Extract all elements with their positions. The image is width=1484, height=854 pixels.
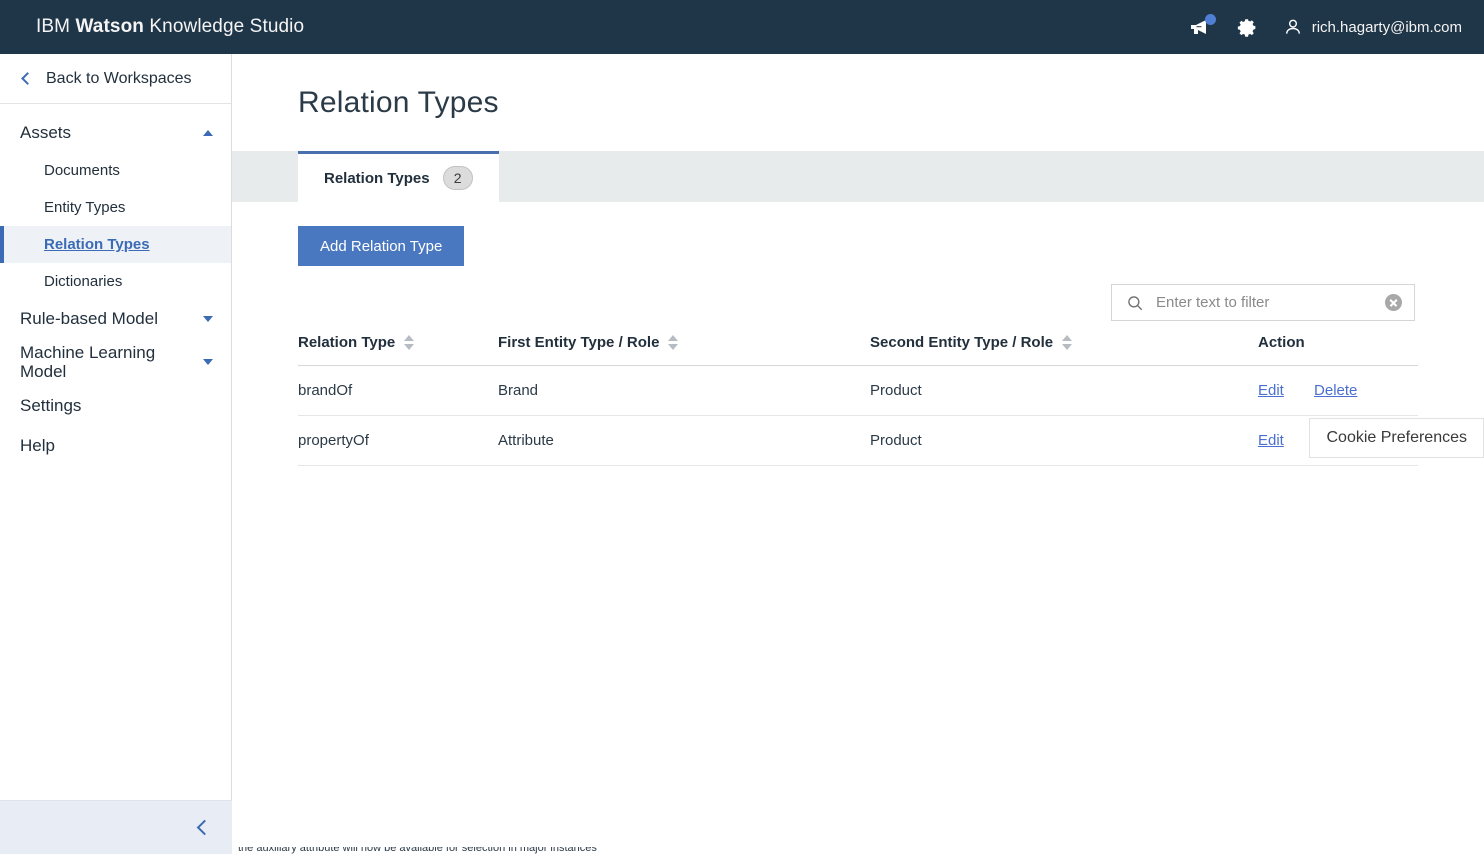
sidebar-group-machine-learning-model[interactable]: Machine Learning Model bbox=[0, 338, 231, 386]
announcement-button[interactable] bbox=[1179, 0, 1225, 54]
column-header-relation-type-label: Relation Type bbox=[298, 334, 396, 351]
tab-relation-types[interactable]: Relation Types 2 bbox=[298, 151, 499, 202]
sidebar-item-relation-types[interactable]: Relation Types bbox=[0, 226, 231, 263]
chevron-up-icon bbox=[203, 130, 213, 136]
app-root: IBM Watson Knowledge Studio rich.hagarty… bbox=[0, 0, 1484, 854]
column-header-second-entity[interactable]: Second Entity Type / Role bbox=[870, 326, 1258, 366]
search-icon bbox=[1128, 295, 1143, 310]
sidebar-group-machine-learning-model-label: Machine Learning Model bbox=[20, 343, 156, 381]
sidebar-group-rule-based-model-label: Rule-based Model bbox=[20, 309, 158, 328]
top-navigation-bar: IBM Watson Knowledge Studio rich.hagarty… bbox=[0, 0, 1484, 54]
user-email-label: rich.hagarty@ibm.com bbox=[1311, 18, 1462, 36]
table-header-row: Relation Type First Entity Type / Role S… bbox=[298, 326, 1418, 366]
sidebar-item-documents[interactable]: Documents bbox=[0, 152, 231, 189]
page-title: Relation Types bbox=[298, 86, 499, 119]
gear-icon bbox=[1238, 18, 1256, 37]
back-to-workspaces-link[interactable]: Back to Workspaces bbox=[0, 54, 231, 104]
chevron-left-icon bbox=[21, 72, 34, 85]
cell-relation-type: propertyOf bbox=[298, 415, 498, 466]
clear-filter-icon[interactable] bbox=[1385, 294, 1402, 311]
main-content: Relation Types Relation Types 2 Add Rela… bbox=[232, 54, 1484, 854]
column-header-first-entity[interactable]: First Entity Type / Role bbox=[498, 326, 870, 366]
notification-dot bbox=[1204, 14, 1216, 25]
sidebar-item-help-label: Help bbox=[20, 436, 55, 455]
brand-bold: Watson bbox=[75, 16, 144, 37]
sidebar-item-documents-label: Documents bbox=[44, 162, 120, 179]
sort-toggle-relation-type[interactable] bbox=[404, 335, 415, 350]
user-avatar-icon bbox=[1285, 19, 1300, 34]
sidebar-item-settings[interactable]: Settings bbox=[0, 386, 231, 426]
settings-button[interactable] bbox=[1225, 0, 1271, 54]
table-body: brandOf Brand Product Edit Delete proper… bbox=[298, 365, 1418, 466]
user-account-menu[interactable]: rich.hagarty@ibm.com bbox=[1271, 17, 1462, 37]
filter-box[interactable] bbox=[1111, 284, 1415, 321]
chevron-left-icon bbox=[196, 819, 213, 836]
clipped-footer-text: the auxiliary attribute will now be avai… bbox=[232, 847, 1484, 854]
column-header-first-entity-label: First Entity Type / Role bbox=[498, 334, 660, 351]
sidebar-group-assets-label: Assets bbox=[20, 123, 72, 142]
sidebar: Back to Workspaces Assets Documents Enti… bbox=[0, 54, 232, 854]
sort-toggle-first-entity[interactable] bbox=[668, 335, 679, 350]
sidebar-group-assets[interactable]: Assets bbox=[0, 114, 231, 152]
table-head: Relation Type First Entity Type / Role S… bbox=[298, 326, 1418, 366]
sidebar-item-dictionaries[interactable]: Dictionaries bbox=[0, 263, 231, 300]
sort-toggle-second-entity[interactable] bbox=[1062, 335, 1073, 350]
cell-first-entity: Brand bbox=[498, 365, 870, 416]
brand-prefix: IBM bbox=[36, 16, 71, 37]
table-row: propertyOf Attribute Product Edit Delete bbox=[298, 415, 1418, 466]
edit-link[interactable]: Edit bbox=[1258, 382, 1284, 399]
edit-link[interactable]: Edit bbox=[1258, 432, 1284, 449]
cell-second-entity: Product bbox=[870, 415, 1258, 466]
tab-relation-types-label: Relation Types bbox=[324, 169, 430, 187]
cell-relation-type: brandOf bbox=[298, 365, 498, 416]
sidebar-item-relation-types-label: Relation Types bbox=[44, 236, 150, 253]
filter-input[interactable] bbox=[1156, 294, 1385, 311]
sidebar-item-entity-types[interactable]: Entity Types bbox=[0, 189, 231, 226]
column-header-second-entity-label: Second Entity Type / Role bbox=[870, 334, 1054, 351]
cell-second-entity: Product bbox=[870, 365, 1258, 416]
cell-first-entity: Attribute bbox=[498, 415, 870, 466]
chevron-down-icon bbox=[203, 316, 213, 322]
delete-link[interactable]: Delete bbox=[1314, 382, 1357, 399]
sidebar-nav: Assets Documents Entity Types Relation T… bbox=[0, 104, 231, 466]
add-relation-type-button[interactable]: Add Relation Type bbox=[298, 226, 465, 266]
filter-row bbox=[232, 266, 1484, 326]
product-brand: IBM Watson Knowledge Studio bbox=[36, 16, 304, 38]
content-panel: Add Relation Type Relatio bbox=[232, 202, 1484, 466]
sidebar-collapse-button[interactable] bbox=[0, 800, 232, 854]
column-header-action: Action bbox=[1258, 326, 1418, 366]
megaphone-icon bbox=[1190, 14, 1216, 37]
column-header-relation-type[interactable]: Relation Type bbox=[298, 326, 498, 366]
tab-strip: Relation Types 2 bbox=[232, 151, 1484, 202]
sidebar-item-entity-types-label: Entity Types bbox=[44, 199, 126, 216]
sidebar-item-dictionaries-label: Dictionaries bbox=[44, 273, 123, 290]
tab-count-badge: 2 bbox=[442, 166, 473, 190]
sidebar-item-settings-label: Settings bbox=[20, 396, 82, 415]
cookie-preferences-button[interactable]: Cookie Preferences bbox=[1309, 418, 1484, 458]
brand-suffix: Knowledge Studio bbox=[149, 16, 305, 37]
table-row: brandOf Brand Product Edit Delete bbox=[298, 365, 1418, 416]
sidebar-item-help[interactable]: Help bbox=[0, 426, 231, 466]
top-bar-actions: rich.hagarty@ibm.com bbox=[1179, 0, 1484, 54]
chevron-down-icon bbox=[203, 359, 213, 365]
sidebar-group-rule-based-model[interactable]: Rule-based Model bbox=[0, 300, 231, 338]
relation-types-table: Relation Type First Entity Type / Role S… bbox=[298, 326, 1418, 466]
back-to-workspaces-label: Back to Workspaces bbox=[46, 69, 192, 87]
column-header-action-label: Action bbox=[1258, 334, 1305, 351]
clipped-footer-label: the auxiliary attribute will now be avai… bbox=[238, 847, 597, 854]
cell-actions: Edit Delete bbox=[1258, 365, 1418, 416]
